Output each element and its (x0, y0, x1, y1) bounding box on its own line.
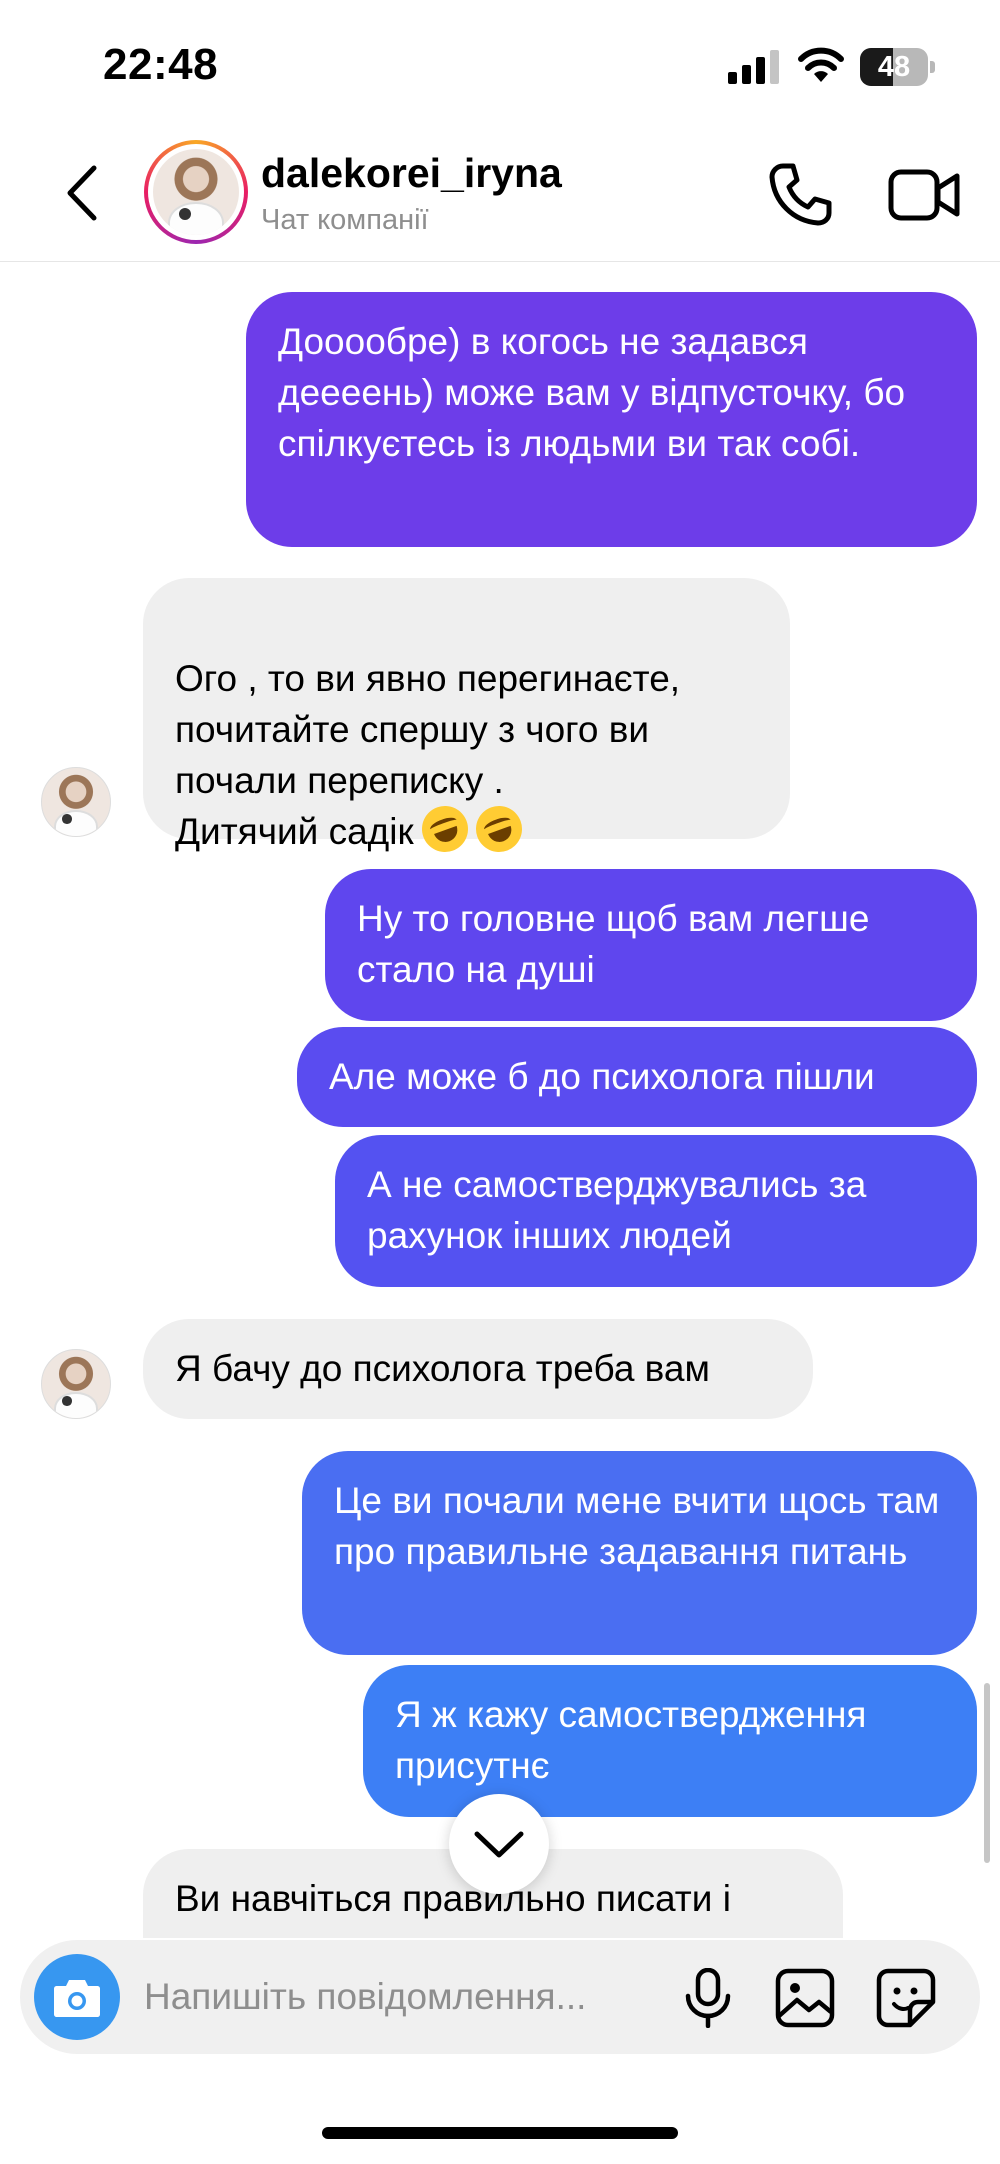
message-incoming[interactable]: Я бачу до психолога треба вам (143, 1319, 813, 1419)
sender-avatar[interactable] (41, 767, 111, 837)
chevron-down-icon (474, 1831, 524, 1858)
message-outgoing[interactable]: А не самостверджувались за рахунок інших… (335, 1135, 977, 1287)
message-incoming[interactable]: Ого , то ви явно перегинаєте, почитайте … (143, 578, 790, 859)
message-outgoing[interactable]: Дооообре) в когось не задався деееень) м… (246, 292, 977, 547)
profile-avatar[interactable] (144, 140, 248, 244)
laughing-emoji-icon (415, 799, 475, 859)
cellular-signal-icon (728, 50, 779, 84)
chat-header: dalekorei_iryna Чат компанії (0, 130, 1000, 262)
message-outgoing[interactable]: Ну то головне щоб вам легше стало на душ… (325, 869, 977, 1021)
scrollbar[interactable] (984, 1683, 990, 1863)
sender-avatar[interactable] (41, 1349, 111, 1419)
battery-percent: 48 (877, 51, 911, 83)
laughing-emoji-icon (469, 799, 529, 859)
camera-icon (54, 1980, 100, 2017)
phone-icon[interactable] (765, 160, 835, 230)
image-icon[interactable] (775, 1968, 835, 2028)
message-input[interactable] (144, 1968, 664, 2026)
message-outgoing[interactable]: Це ви почали мене вчити щось там про пра… (302, 1451, 977, 1655)
clock: 22:48 (103, 40, 219, 89)
message-outgoing[interactable]: Але може б до психолога пішли (297, 1027, 977, 1127)
sticker-icon[interactable] (876, 1968, 936, 2028)
battery-icon: 48 (860, 48, 936, 86)
chat-subtitle: Чат компанії (261, 204, 429, 236)
video-camera-icon[interactable] (888, 164, 960, 226)
home-indicator[interactable] (322, 2127, 678, 2139)
scroll-to-bottom-button[interactable] (449, 1794, 549, 1894)
status-bar: 22:48 48 (0, 0, 1000, 130)
camera-button[interactable] (34, 1954, 120, 2040)
back-button[interactable] (56, 160, 106, 226)
message-composer (20, 1940, 980, 2054)
message-thread[interactable]: Дооообре) в когось не задався деееень) м… (0, 263, 1000, 1938)
microphone-icon[interactable] (680, 1968, 736, 2028)
message-outgoing[interactable]: Я ж кажу самоствердження присутнє (363, 1665, 977, 1817)
wifi-icon (798, 47, 844, 82)
chat-username[interactable]: dalekorei_iryna (261, 150, 562, 197)
chevron-left-icon (67, 165, 97, 221)
